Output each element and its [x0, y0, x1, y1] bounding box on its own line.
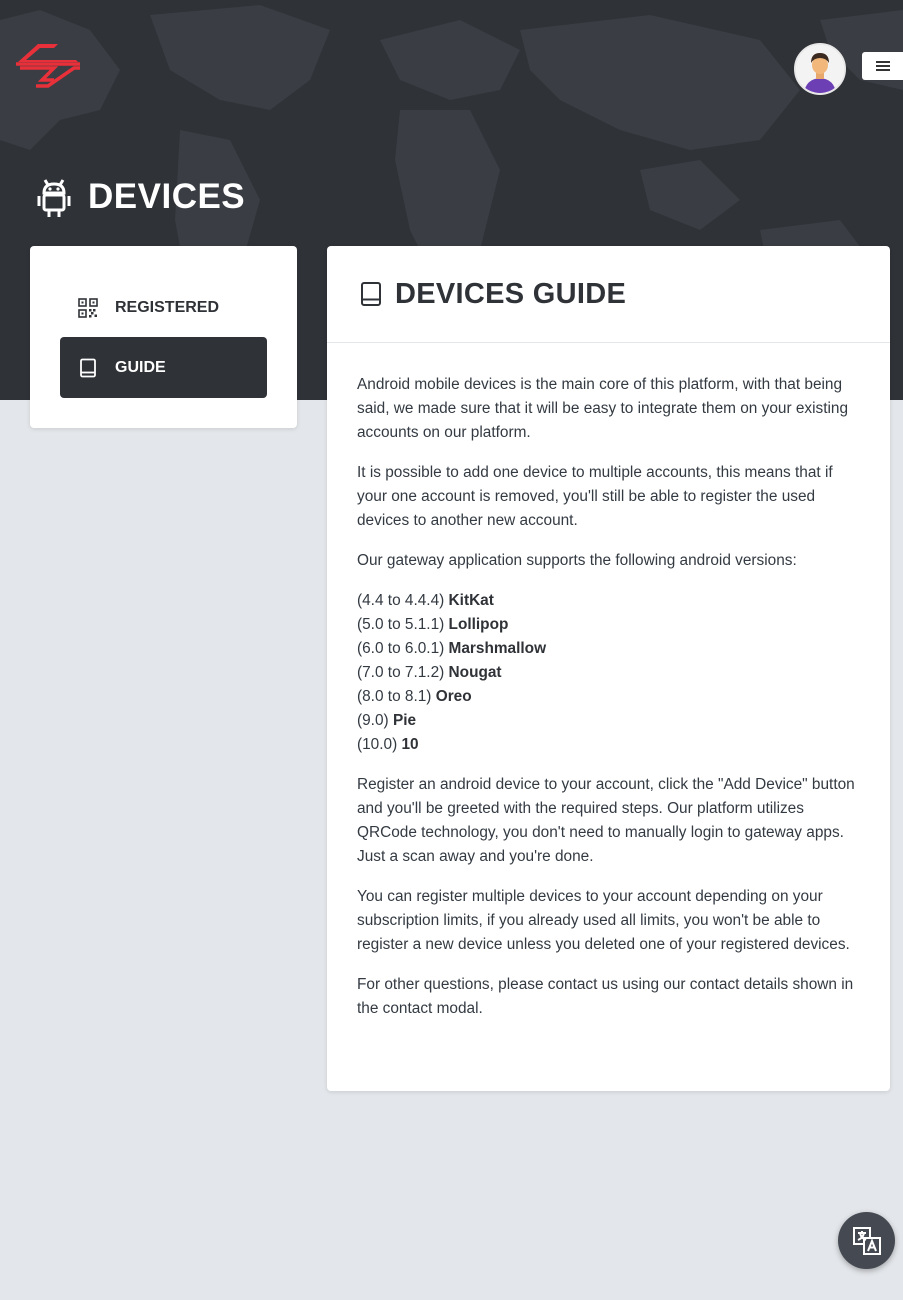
sidebar-item-label: GUIDE — [115, 358, 166, 376]
guide-content: Android mobile devices is the main core … — [327, 343, 890, 1021]
user-avatar[interactable] — [794, 43, 846, 95]
guide-paragraph: Android mobile devices is the main core … — [357, 376, 849, 441]
version-item: (10.0) 10 — [357, 736, 419, 753]
guide-paragraph: Our gateway application supports the fol… — [357, 552, 797, 569]
version-item: (8.0 to 8.1) Oreo — [357, 688, 472, 705]
guide-card-header: DEVICES GUIDE — [327, 246, 890, 343]
sidebar-card: REGISTERED GUIDE — [30, 246, 297, 428]
hamburger-menu-icon — [876, 59, 890, 73]
page-title-text: DEVICES — [88, 177, 246, 216]
qrcode-icon — [78, 297, 98, 318]
guide-paragraph: For other questions, please contact us u… — [357, 976, 854, 1017]
guide-card: DEVICES GUIDE Android mobile devices is … — [327, 246, 890, 1091]
guide-paragraph: You can register multiple devices to you… — [357, 888, 850, 953]
version-item: (4.4 to 4.4.4) KitKat — [357, 592, 494, 609]
version-item: (9.0) Pie — [357, 712, 417, 729]
brand-logo-icon[interactable] — [14, 40, 82, 90]
android-versions-list: (4.4 to 4.4.4) KitKat (5.0 to 5.1.1) Lol… — [357, 589, 860, 757]
version-item: (7.0 to 7.1.2) Nougat — [357, 664, 502, 681]
guide-title: DEVICES GUIDE — [395, 277, 627, 310]
version-item: (5.0 to 5.1.1) Lollipop — [357, 616, 509, 633]
version-item: (6.0 to 6.0.1) Marshmallow — [357, 640, 547, 657]
translate-icon — [852, 1226, 881, 1255]
guide-paragraph: Register an android device to your accou… — [357, 776, 855, 865]
menu-toggle-button[interactable] — [862, 52, 903, 80]
page-title: DEVICES — [36, 172, 245, 222]
book-icon — [361, 282, 381, 306]
sidebar-item-registered[interactable]: REGISTERED — [60, 277, 267, 338]
android-icon — [37, 179, 71, 217]
sidebar-item-guide[interactable]: GUIDE — [60, 337, 267, 398]
sidebar-item-label: REGISTERED — [115, 298, 220, 316]
guide-paragraph: It is possible to add one device to mult… — [357, 464, 833, 529]
book-icon — [80, 358, 96, 377]
translate-button[interactable] — [838, 1212, 895, 1269]
